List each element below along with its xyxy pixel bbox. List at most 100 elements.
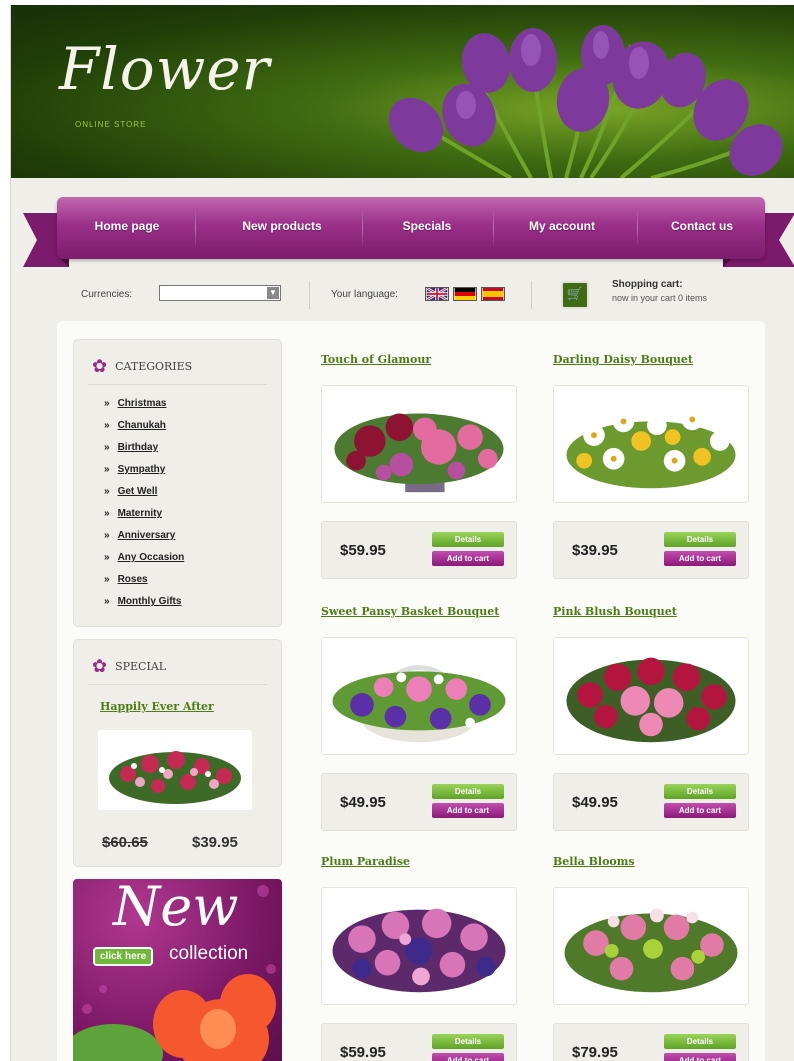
currency-select[interactable]: ▼ — [159, 285, 281, 301]
add-to-cart-button[interactable]: Add to cart — [664, 803, 736, 818]
chevron-right-icon: » — [104, 530, 110, 541]
chevron-right-icon: » — [104, 420, 110, 431]
product-image[interactable] — [553, 385, 749, 503]
product-footer: $59.95 Details Add to cart — [321, 521, 517, 579]
details-button[interactable]: Details — [432, 1034, 504, 1049]
details-button[interactable]: Details — [664, 1034, 736, 1049]
special-new-price: $39.95 — [192, 834, 238, 851]
cart-status: now in your cart 0 items — [612, 293, 708, 303]
product-footer: $59.95 Details Add to cart — [321, 1023, 517, 1061]
dropdown-arrow-icon[interactable]: ▼ — [267, 287, 279, 299]
product-image[interactable] — [321, 887, 517, 1005]
nav-my-account[interactable]: My account — [512, 219, 612, 233]
language-label: Your language: — [331, 289, 398, 300]
currencies-label: Currencies: — [81, 289, 133, 300]
click-here-button[interactable]: click here — [93, 947, 154, 966]
nav-divider — [362, 209, 363, 247]
add-to-cart-button[interactable]: Add to cart — [664, 551, 736, 566]
special-old-price: $60.65 — [102, 834, 148, 851]
category-item[interactable]: » Chanukah — [104, 420, 166, 431]
product-title[interactable]: Pink Blush Bouquet — [553, 605, 677, 618]
divider — [88, 384, 267, 385]
chevron-right-icon: » — [104, 508, 110, 519]
category-item[interactable]: » Any Occasion — [104, 552, 184, 563]
main-nav: Home page New products Specials My accou… — [57, 197, 765, 259]
product-footer: $49.95 Details Add to cart — [321, 773, 517, 831]
toolbar-divider — [531, 281, 532, 309]
product-price: $59.95 — [340, 1044, 386, 1061]
add-to-cart-button[interactable]: Add to cart — [432, 803, 504, 818]
product-title[interactable]: Sweet Pansy Basket Bouquet — [321, 605, 499, 618]
details-button[interactable]: Details — [664, 532, 736, 547]
product-image[interactable] — [321, 637, 517, 755]
category-item[interactable]: » Birthday — [104, 442, 158, 453]
product-price: $79.95 — [572, 1044, 618, 1061]
toolbar: Currencies: ▼ Your language: 🛒 Shopping … — [11, 275, 794, 315]
chevron-right-icon: » — [104, 486, 110, 497]
page: Flower ONLINE STORE Home page New produc… — [10, 5, 794, 1061]
product-footer: $79.95 Details Add to cart — [553, 1023, 749, 1061]
add-to-cart-button[interactable]: Add to cart — [432, 551, 504, 566]
categories-heading: ✿ CATEGORIES — [92, 356, 193, 377]
details-button[interactable]: Details — [432, 532, 504, 547]
product-image[interactable] — [321, 385, 517, 503]
tulips-image — [388, 25, 783, 178]
nav-divider — [637, 209, 638, 247]
header-banner: Flower ONLINE STORE — [11, 5, 794, 178]
logo-subtitle: ONLINE STORE — [75, 120, 147, 129]
cart-title[interactable]: Shopping cart: — [612, 279, 683, 290]
chevron-right-icon: » — [104, 464, 110, 475]
details-button[interactable]: Details — [664, 784, 736, 799]
chevron-right-icon: » — [104, 552, 110, 563]
categories-box: ✿ CATEGORIES » Christmas » Chanukah » Birthd… — [73, 339, 282, 627]
logo[interactable]: Flower — [59, 35, 270, 103]
new-collection-banner[interactable]: New click here collection — [73, 879, 282, 1061]
special-product-title[interactable]: Happily Ever After — [100, 700, 214, 713]
details-button[interactable]: Details — [432, 784, 504, 799]
uk-flag-icon[interactable] — [425, 287, 449, 301]
promo-tagline: collection — [169, 943, 249, 964]
divider — [88, 684, 267, 685]
chevron-right-icon: » — [104, 596, 110, 607]
special-box: ✿ SPECIAL Happily Ever After $60.65 $39.9… — [73, 639, 282, 867]
category-item[interactable]: » Christmas — [104, 398, 166, 409]
product-price: $39.95 — [572, 542, 618, 559]
chevron-right-icon: » — [104, 442, 110, 453]
category-item[interactable]: » Maternity — [104, 508, 162, 519]
flower-icon: ✿ — [92, 356, 108, 377]
chevron-right-icon: » — [104, 398, 110, 409]
nav-home[interactable]: Home page — [87, 219, 167, 233]
nav-divider — [195, 209, 196, 247]
add-to-cart-button[interactable]: Add to cart — [664, 1053, 736, 1061]
product-price: $49.95 — [572, 794, 618, 811]
special-product-image[interactable] — [98, 730, 252, 810]
category-item[interactable]: » Get Well — [104, 486, 157, 497]
cart-icon[interactable]: 🛒 — [561, 281, 589, 309]
category-item[interactable]: » Monthly Gifts — [104, 596, 181, 607]
product-title[interactable]: Plum Paradise — [321, 855, 410, 868]
product-title[interactable]: Touch of Glamour — [321, 353, 431, 366]
category-item[interactable]: » Anniversary — [104, 530, 175, 541]
product-title[interactable]: Darling Daisy Bouquet — [553, 353, 693, 366]
product-footer: $49.95 Details Add to cart — [553, 773, 749, 831]
toolbar-divider — [309, 281, 310, 309]
product-image[interactable] — [553, 887, 749, 1005]
nav-divider — [493, 209, 494, 247]
category-item[interactable]: » Sympathy — [104, 464, 165, 475]
flower-icon: ✿ — [92, 656, 108, 677]
special-heading: ✿ SPECIAL — [92, 656, 167, 677]
category-item[interactable]: » Roses — [104, 574, 148, 585]
product-price: $59.95 — [340, 542, 386, 559]
chevron-right-icon: » — [104, 574, 110, 585]
nav-contact-us[interactable]: Contact us — [657, 219, 747, 233]
nav-new-products[interactable]: New products — [227, 219, 337, 233]
nav-specials[interactable]: Specials — [387, 219, 467, 233]
product-title[interactable]: Bella Blooms — [553, 855, 635, 868]
product-image[interactable] — [553, 637, 749, 755]
main-content: ✿ CATEGORIES » Christmas » Chanukah » Birthd… — [57, 321, 765, 1061]
product-footer: $39.95 Details Add to cart — [553, 521, 749, 579]
spanish-flag-icon[interactable] — [481, 287, 505, 301]
add-to-cart-button[interactable]: Add to cart — [432, 1053, 504, 1061]
promo-headline: New — [113, 879, 239, 938]
german-flag-icon[interactable] — [453, 287, 477, 301]
